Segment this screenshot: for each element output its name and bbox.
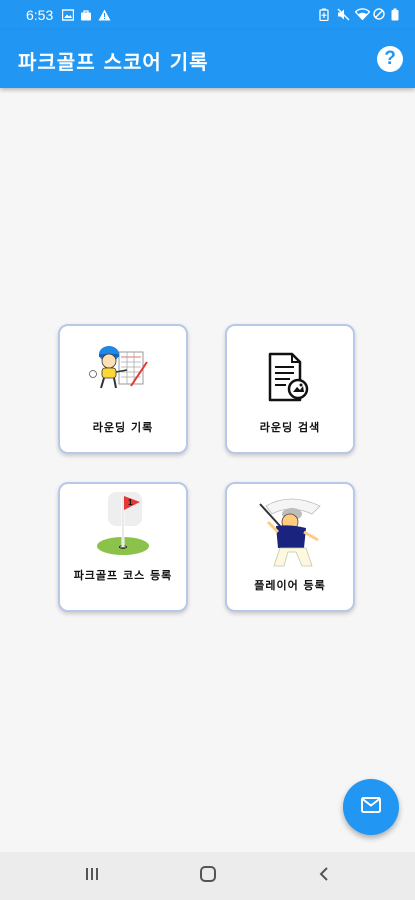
bag-icon [80, 9, 92, 21]
back-icon [317, 866, 331, 886]
help-button[interactable]: ? [377, 46, 403, 72]
round-search-label: 라운딩 검색 [259, 421, 321, 434]
status-bar: 6:53 [0, 0, 415, 30]
home-button[interactable] [196, 864, 220, 888]
svg-text:1: 1 [128, 498, 133, 507]
recent-apps-icon [84, 866, 100, 886]
golf-flag-illustration: 1 [60, 490, 186, 558]
round-record-card[interactable]: 라운딩 기록 [58, 324, 188, 454]
home-icon [199, 865, 217, 887]
app-title: 파크골프 스코어 기록 [18, 50, 209, 74]
course-register-label: 파크골프 코스 등록 [73, 569, 173, 582]
golfer-scorecard-illustration [60, 340, 186, 408]
mail-fab-button[interactable] [343, 779, 399, 835]
mail-icon [361, 797, 381, 817]
image-icon [61, 9, 75, 21]
warning-icon [98, 9, 111, 21]
round-record-label: 라운딩 기록 [92, 421, 154, 434]
dnd-icon [373, 8, 385, 20]
player-register-label: 플레이어 등록 [254, 579, 326, 592]
mute-icon [337, 8, 350, 21]
back-button[interactable] [312, 864, 336, 888]
battery-saver-icon [319, 8, 331, 22]
course-register-card[interactable]: 1 파크골프 코스 등록 [58, 482, 188, 612]
system-nav-bar [0, 852, 415, 900]
wifi-icon [354, 8, 371, 21]
app-bar: 파크골프 스코어 기록 ? [0, 30, 415, 88]
battery-icon [391, 8, 403, 21]
document-search-icon [227, 340, 353, 408]
player-register-card[interactable]: 플레이어 등록 [225, 482, 355, 612]
round-search-card[interactable]: 라운딩 검색 [225, 324, 355, 454]
status-time: 6:53 [26, 7, 54, 23]
recent-apps-button[interactable] [80, 864, 104, 888]
golfer-swing-illustration [227, 492, 353, 567]
help-icon: ? [384, 48, 396, 69]
